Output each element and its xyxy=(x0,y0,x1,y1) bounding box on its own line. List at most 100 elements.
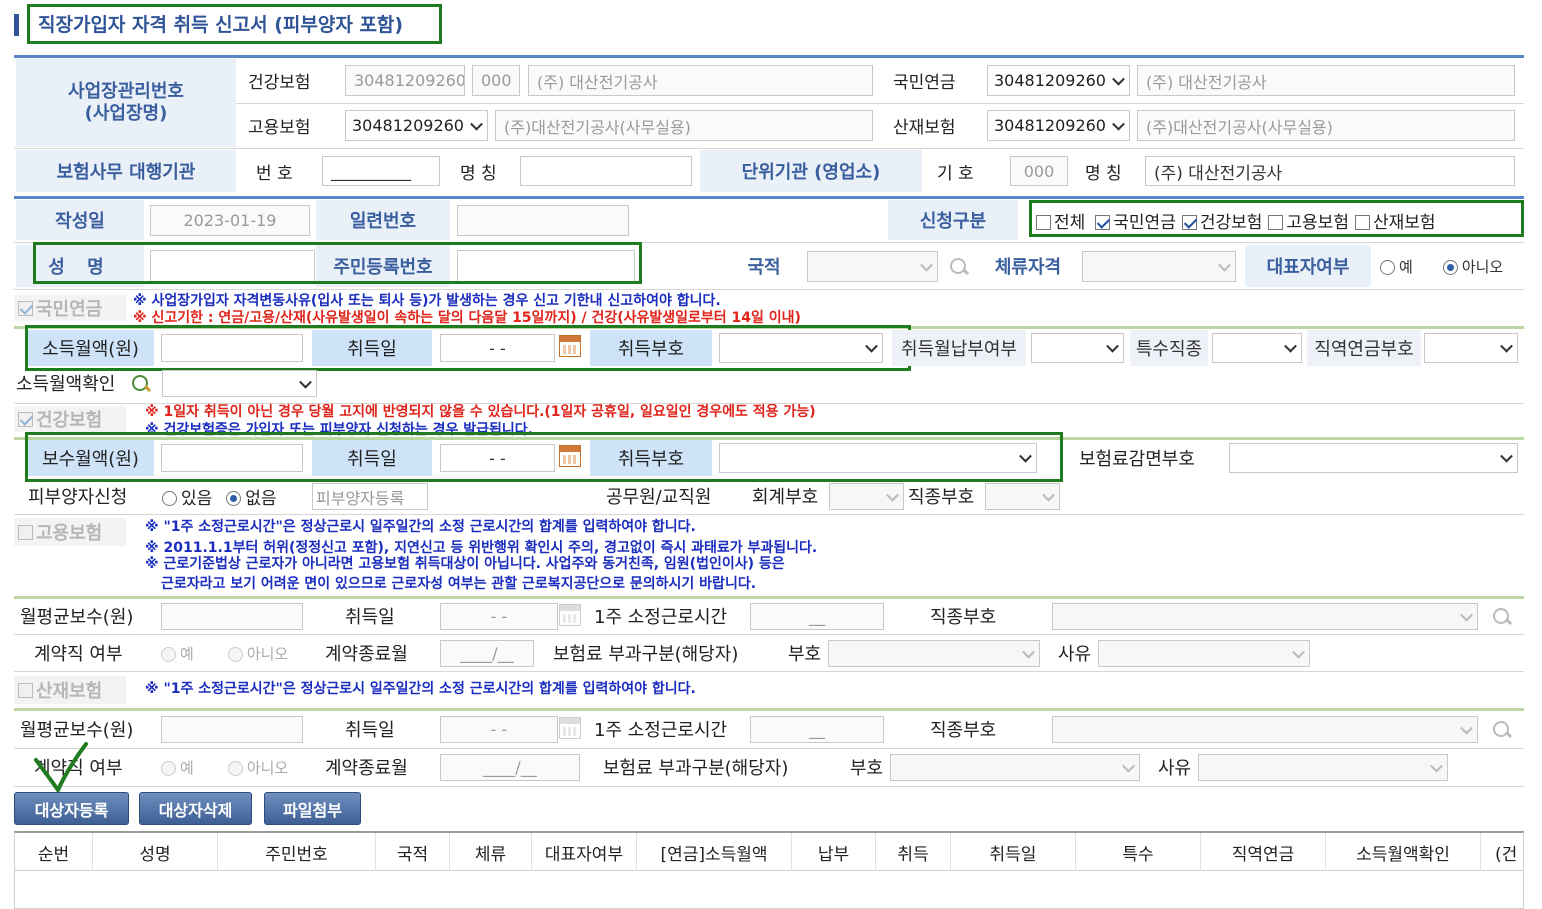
emp-occ-select xyxy=(1052,603,1478,630)
row-divider xyxy=(14,514,1524,515)
pension-income-check-label: 소득월액확인 xyxy=(16,374,116,395)
grid-col-rrn[interactable]: 주민번호 xyxy=(218,833,376,871)
industrial-note-1: ※ "1주 소정근로시간"은 정상근로시 일주일간의 소정 근로시간의 합계를 … xyxy=(145,681,696,697)
emp-occ-label: 직종부호 xyxy=(930,607,997,628)
representative-yes-radio[interactable]: 예 xyxy=(1374,256,1413,277)
emp-premium-label: 보험료 부과구분(해당자) xyxy=(553,644,739,665)
pension-occ-label: 직역연금부호 xyxy=(1307,330,1421,366)
grid-col-seq[interactable]: 순번 xyxy=(15,833,93,871)
employment-section-checkbox xyxy=(18,524,33,540)
employment-note-1: ※ "1주 소정근로시간"은 정상근로시 일주일간의 소정 근로시간의 합계를 … xyxy=(145,519,696,535)
emp-calendar-icon xyxy=(559,604,581,626)
industrial-workplace-name: (주)대산전기공사(사무실용) xyxy=(1137,110,1515,141)
pension-workplace-select[interactable]: 30481209260 xyxy=(987,65,1130,96)
nationality-search-icon[interactable] xyxy=(949,257,969,277)
employment-note-3: ※ 근로기준법상 근로자가 아니라면 고용보험 취득대상이 아닙니다. 사업주와… xyxy=(145,556,785,572)
grid-col-payment[interactable]: 납부 xyxy=(792,833,876,871)
register-target-button[interactable]: 대상자등록 xyxy=(14,792,129,825)
pension-note-2: ※ 신고기한 : 연금/고용/산재(사유발생일이 속하는 달의 다음달 15일까… xyxy=(133,310,801,326)
representative-options: 예 아니오 xyxy=(1374,250,1503,283)
ind-contract-end-input: ____/__ xyxy=(440,754,580,781)
grid-col-nationality[interactable]: 국적 xyxy=(376,833,450,871)
ind-reason-select xyxy=(1198,754,1448,781)
pension-label: 국민연금 xyxy=(893,72,956,93)
attach-file-button[interactable]: 파일첨부 xyxy=(264,792,361,825)
pension-special-select[interactable] xyxy=(1212,333,1302,363)
pension-special-label: 특수직종 xyxy=(1130,330,1208,366)
unit-code-label: 기 호 xyxy=(937,163,974,184)
employment-workplace-select[interactable]: 30481209260 xyxy=(345,110,488,141)
dependent-register-button[interactable]: 피부양자등록 xyxy=(312,483,428,510)
emp-contract-end-label: 계약종료월 xyxy=(325,644,408,665)
workplace-id-label: 사업장관리번호 (사업장명) xyxy=(16,59,236,147)
employment-note-2: ※ 2011.1.1부터 허위(정정신고 포함), 지연신고 등 위반행위 확인… xyxy=(145,540,818,556)
emp-avg-wage-input xyxy=(161,603,303,630)
grid-col-special[interactable]: 특수 xyxy=(1076,833,1201,871)
health-occ-select[interactable] xyxy=(985,483,1060,510)
civil-servant-label: 공무원/교직원 xyxy=(606,487,712,508)
health-unit-code: 000 xyxy=(472,65,520,96)
ind-calendar-icon xyxy=(559,717,581,739)
nationality-label: 국적 xyxy=(728,245,800,287)
stay-status-select[interactable] xyxy=(1082,251,1236,282)
nationality-select[interactable] xyxy=(807,251,938,282)
employment-note-4: 근로자라고 보기 어려운 면이 있으므로 근로자성 여부는 관할 근로복지공단으… xyxy=(161,576,757,592)
apply-type-highlight-box xyxy=(1029,200,1524,237)
result-grid: 순번 성명 주민번호 국적 체류 대표자여부 [연금]소득월액 납부 취득 취득… xyxy=(14,831,1524,909)
ind-occ-search-icon xyxy=(1492,720,1512,740)
emp-occ-search-icon xyxy=(1492,607,1512,627)
unit-name-input: (주) 대산전기공사 xyxy=(1145,156,1515,186)
chevron-down-icon xyxy=(1042,488,1055,502)
agency-name-input[interactable] xyxy=(520,156,692,186)
ind-contract-no-radio: 아니오 xyxy=(222,757,288,778)
dependent-no-radio[interactable]: 없음 xyxy=(220,484,277,509)
dependent-yes-radio[interactable]: 있음 xyxy=(156,484,212,509)
income-check-search-icon[interactable] xyxy=(131,374,151,394)
unit-agency-label: 단위기관 (영업소) xyxy=(700,150,922,192)
pension-occ-select[interactable] xyxy=(1424,333,1518,363)
row-divider xyxy=(14,671,1524,672)
chevron-down-icon xyxy=(1500,339,1513,353)
grid-col-name[interactable]: 성명 xyxy=(93,833,218,871)
emp-hours-input: __ xyxy=(750,603,884,630)
grid-col-acquisition[interactable]: 취득 xyxy=(876,833,951,871)
account-code-select[interactable] xyxy=(829,483,904,510)
grid-col-representative[interactable]: 대표자여부 xyxy=(532,833,637,871)
agency-number-input[interactable]: __________ xyxy=(322,156,440,186)
emp-contract-yes-radio: 예 xyxy=(155,643,194,664)
ind-avg-wage-input xyxy=(161,716,303,743)
representative-no-radio[interactable]: 아니오 xyxy=(1437,256,1503,277)
title-bar-marker xyxy=(14,14,19,36)
dependent-label: 피부양자신청 xyxy=(28,487,128,508)
title-highlight-box xyxy=(27,4,442,44)
pension-pay-select[interactable] xyxy=(1031,333,1124,363)
date-input: 2023-01-19 xyxy=(150,205,310,236)
grid-col-health-partial[interactable]: (건 xyxy=(1481,833,1523,871)
row-divider xyxy=(14,786,1524,787)
row-divider xyxy=(14,748,1524,749)
grid-col-stay[interactable]: 체류 xyxy=(450,833,532,871)
apply-type-label: 신청구분 xyxy=(888,200,1018,240)
delete-target-button[interactable]: 대상자삭제 xyxy=(139,792,252,825)
emp-contract-label: 계약직 여부 xyxy=(34,644,123,665)
health-reduction-select[interactable] xyxy=(1229,443,1518,473)
pension-section-header: 국민연금 xyxy=(14,295,126,321)
chevron-down-icon xyxy=(1106,339,1119,353)
industrial-workplace-select[interactable]: 30481209260 xyxy=(987,110,1130,141)
grid-col-occ-pension[interactable]: 직역연금 xyxy=(1201,833,1326,871)
ind-occ-select xyxy=(1052,716,1478,743)
row-divider xyxy=(14,289,1524,290)
chevron-down-icon xyxy=(886,488,899,502)
chevron-down-icon xyxy=(1292,645,1305,659)
section-divider xyxy=(14,708,1524,711)
grid-col-acq-date[interactable]: 취득일 xyxy=(951,833,1076,871)
grid-col-pension-income[interactable]: [연금]소득월액 xyxy=(637,833,792,871)
grid-col-income-check[interactable]: 소득월액확인 xyxy=(1326,833,1481,871)
serial-label: 일련번호 xyxy=(316,200,450,240)
chevron-down-icon xyxy=(470,117,483,131)
grid-header-row: 순번 성명 주민번호 국적 체류 대표자여부 [연금]소득월액 납부 취득 취득… xyxy=(15,833,1523,871)
pension-income-check-select[interactable] xyxy=(162,370,317,397)
agency-name-label: 명 칭 xyxy=(460,163,497,184)
health-note-1: ※ 1일자 취득이 아닌 경우 당월 고지에 반영되지 않을 수 있습니다.(1… xyxy=(145,404,816,420)
emp-code-select xyxy=(828,640,1040,667)
